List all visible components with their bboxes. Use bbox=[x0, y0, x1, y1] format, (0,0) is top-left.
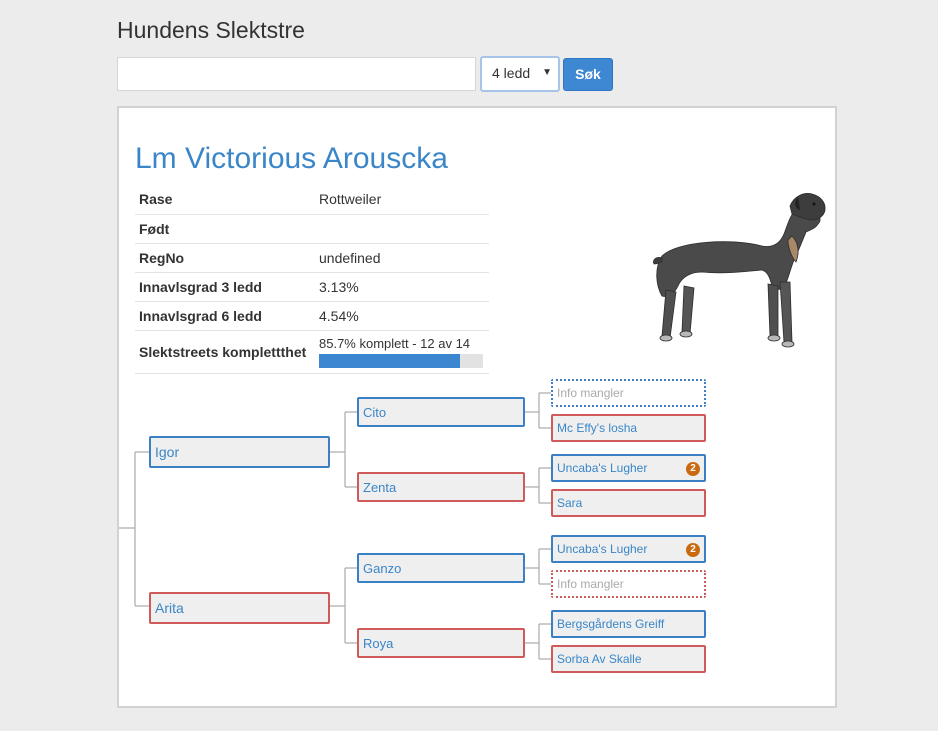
pedigree-node-gen3[interactable]: Mc Effy's losha bbox=[551, 414, 706, 442]
node-name: Bergsgårdens Greiff bbox=[557, 617, 665, 631]
pedigree-node-gen3[interactable]: Uncaba's Lugher 2 bbox=[551, 535, 706, 563]
node-name: Roya bbox=[363, 635, 394, 651]
node-name: Sorba Av Skalle bbox=[557, 652, 642, 666]
node-name: Info mangler bbox=[557, 386, 624, 400]
pedigree-node-gen3[interactable]: Info mangler bbox=[551, 570, 706, 598]
pedigree-node-sire-sire[interactable]: Cito bbox=[357, 397, 525, 427]
pedigree-node-dam-sire[interactable]: Ganzo bbox=[357, 553, 525, 583]
caret-down-icon: ▼ bbox=[542, 67, 552, 78]
node-name: Ganzo bbox=[363, 560, 402, 576]
pedigree-node-gen3[interactable]: Sorba Av Skalle bbox=[551, 645, 706, 673]
search-input[interactable] bbox=[117, 57, 476, 91]
pedigree-node-gen3[interactable]: Uncaba's Lugher 2 bbox=[551, 454, 706, 482]
pedigree-node-sire-dam[interactable]: Zenta bbox=[357, 472, 525, 502]
pedigree-node-gen3[interactable]: Info mangler bbox=[551, 379, 706, 407]
node-name: Uncaba's Lugher bbox=[557, 461, 648, 475]
node-name: Igor bbox=[155, 444, 180, 460]
count-badge: 2 bbox=[686, 543, 700, 557]
node-name: Arita bbox=[155, 600, 184, 616]
node-name: Sara bbox=[557, 496, 583, 510]
node-name: Zenta bbox=[363, 479, 397, 495]
generations-selected: 4 ledd bbox=[492, 65, 531, 81]
node-name: Info mangler bbox=[557, 577, 624, 591]
search-button[interactable]: Søk bbox=[563, 58, 613, 91]
node-name: Cito bbox=[363, 404, 387, 420]
count-badge: 2 bbox=[686, 462, 700, 476]
generations-select[interactable]: 4 ledd ▼ bbox=[480, 56, 560, 92]
pedigree-panel: Lm Victorious Arouscka Rase Rottweiler F… bbox=[117, 106, 837, 708]
pedigree-node-gen3[interactable]: Sara bbox=[551, 489, 706, 517]
pedigree-node-sire[interactable]: Igor bbox=[149, 436, 330, 468]
node-name: Mc Effy's losha bbox=[557, 421, 638, 435]
page-title: Hundens Slektstre bbox=[117, 17, 305, 43]
node-name: Uncaba's Lugher bbox=[557, 542, 648, 556]
pedigree-node-dam[interactable]: Arita bbox=[149, 592, 330, 624]
pedigree-node-dam-dam[interactable]: Roya bbox=[357, 628, 525, 658]
pedigree-node-gen3[interactable]: Bergsgårdens Greiff bbox=[551, 610, 706, 638]
